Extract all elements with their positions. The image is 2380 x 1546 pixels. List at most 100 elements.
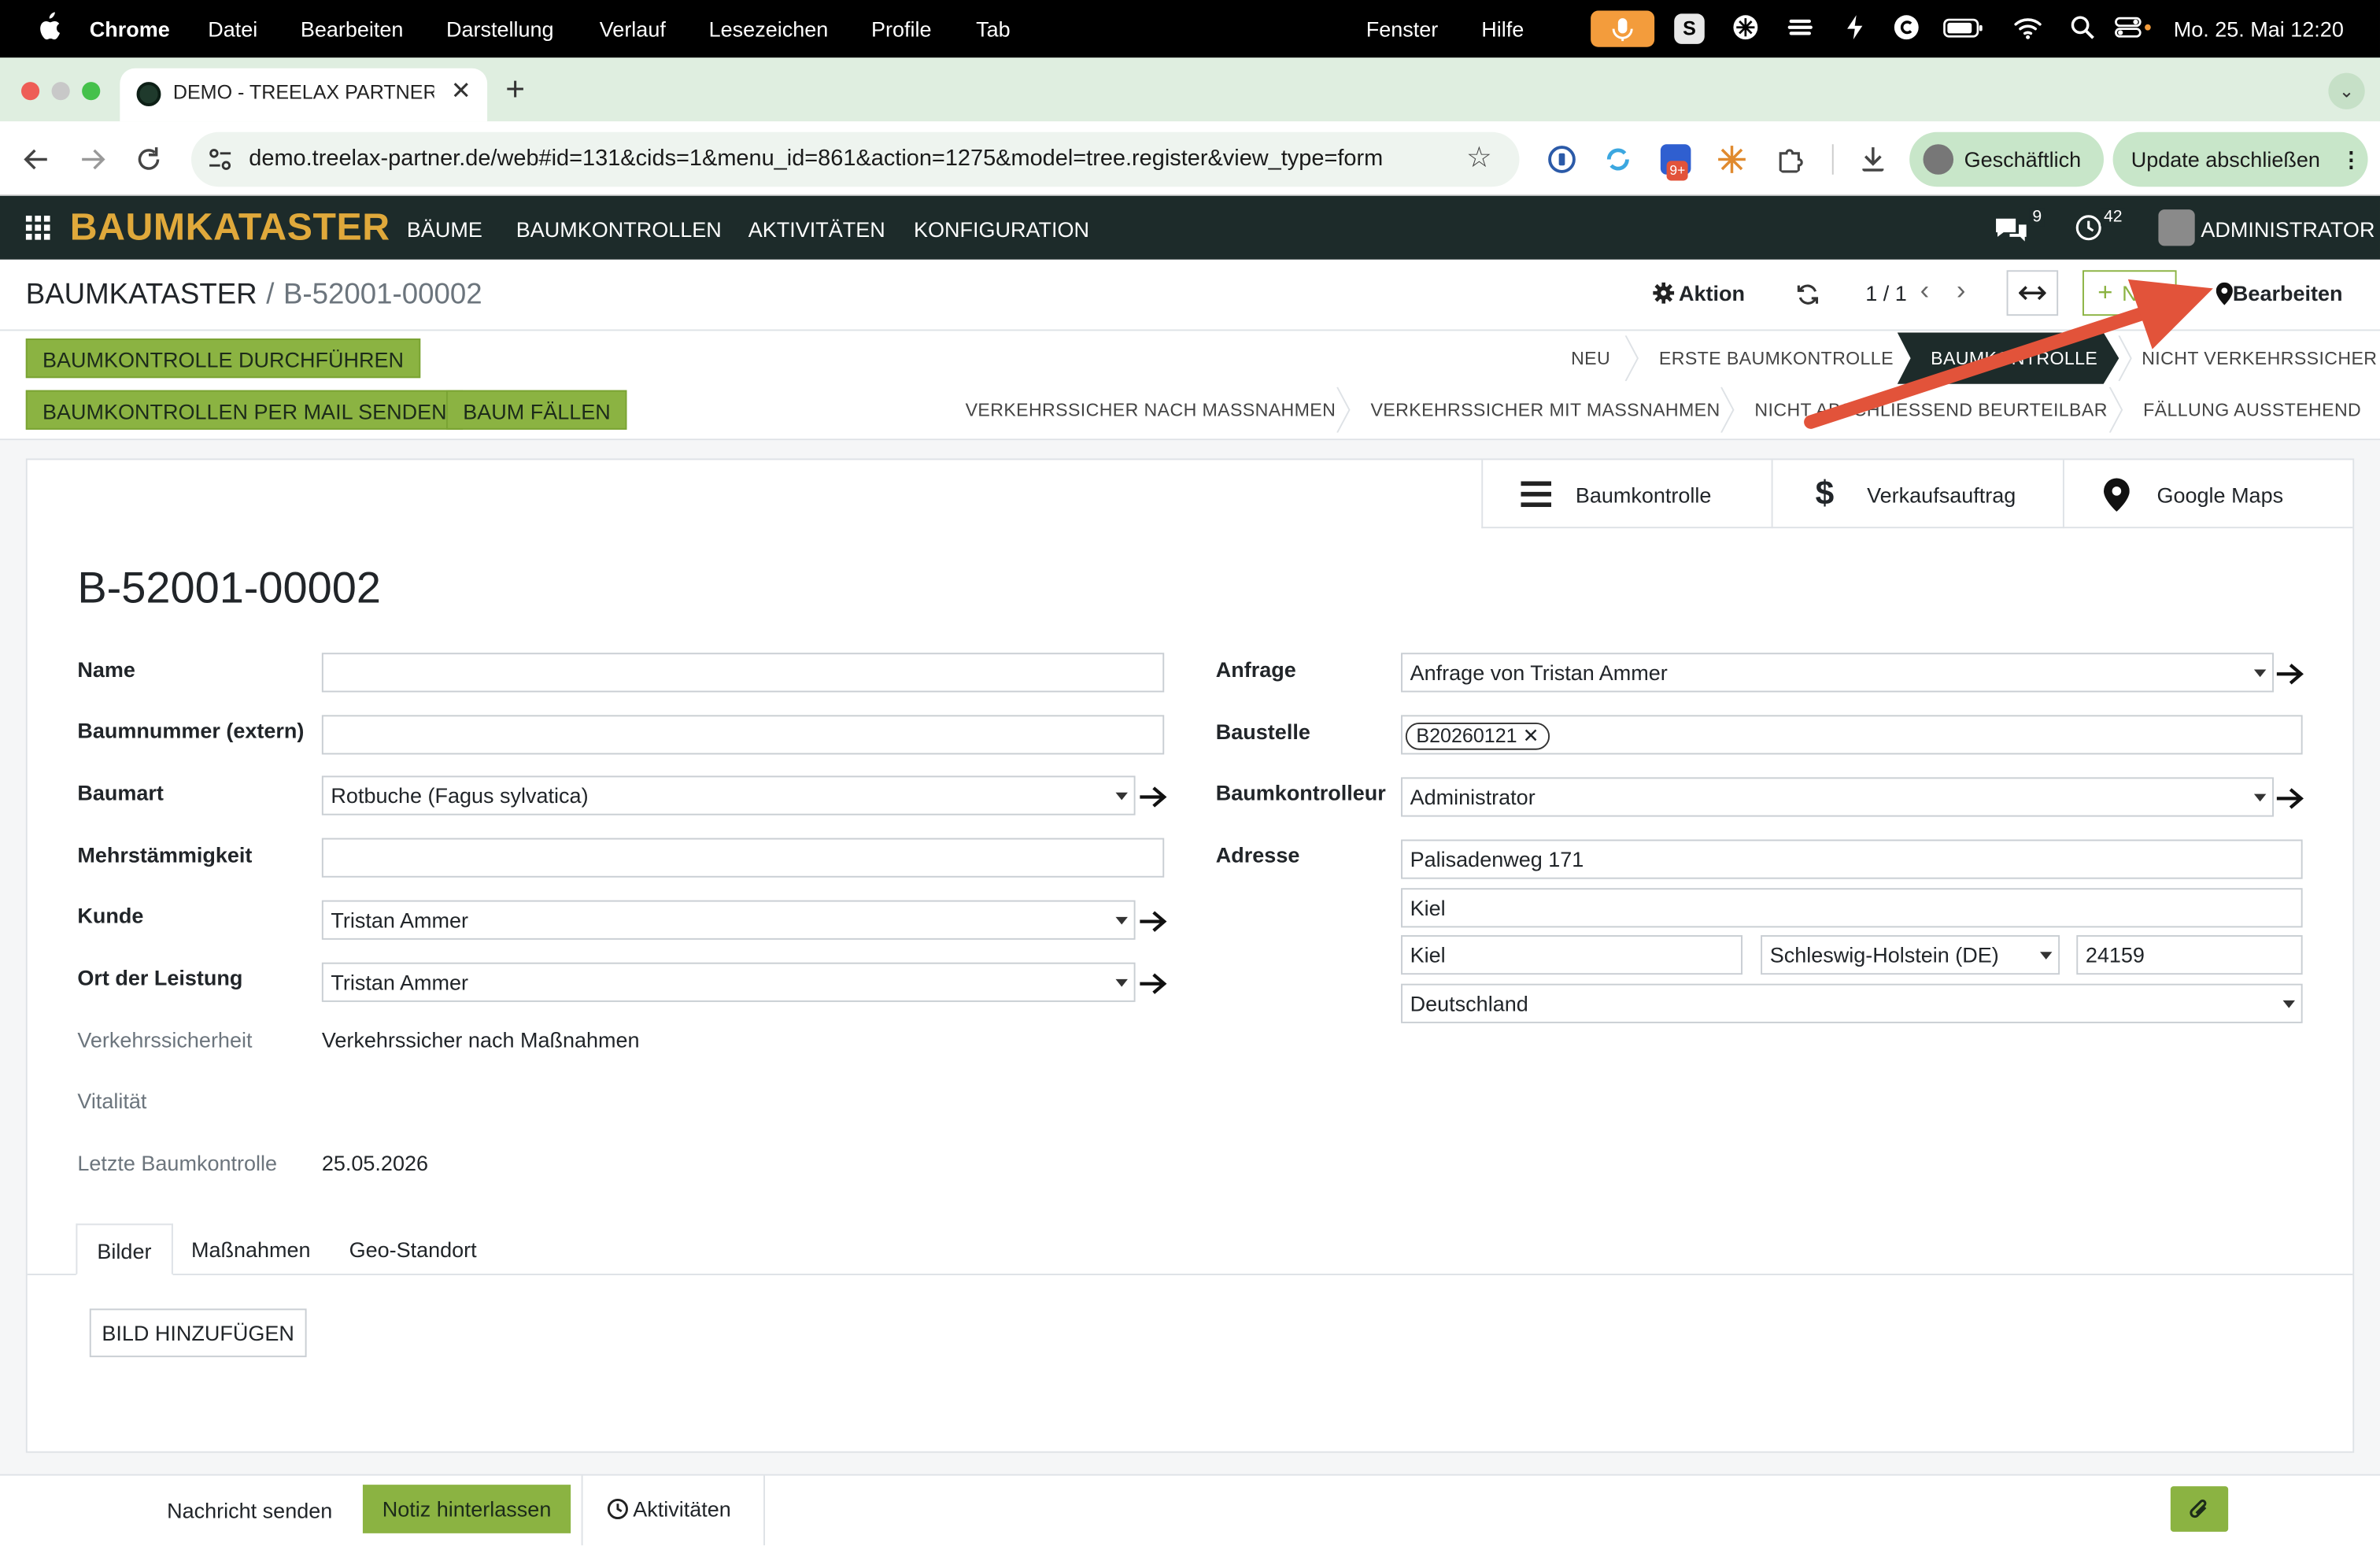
bolt-icon[interactable] [1841, 13, 1868, 41]
street-input[interactable]: Palisadenweg 171 [1401, 839, 2303, 879]
dropbox-like-icon[interactable] [1787, 13, 1814, 41]
site-tag[interactable]: B20260121 ✕ [1405, 722, 1550, 750]
open-species-arrow-icon[interactable] [1138, 785, 1169, 809]
nav-menu-baumkontrollen[interactable]: BAUMKONTROLLEN [516, 217, 722, 242]
send-mail-button[interactable]: BAUMKONTROLLEN PER MAIL SENDEN [25, 390, 464, 430]
app-menu-chrome[interactable]: Chrome [90, 17, 170, 41]
open-service-location-arrow-icon[interactable] [1138, 971, 1169, 996]
menu-darstellung[interactable]: Darstellung [446, 17, 554, 41]
menu-lesezeichen[interactable]: Lesezeichen [709, 17, 829, 41]
log-note-button[interactable]: Notiz hinterlassen [362, 1485, 571, 1533]
city-input[interactable]: Kiel [1401, 934, 1743, 975]
stage-baumkontrolle-active[interactable]: BAUMKONTROLLE [1931, 348, 2097, 369]
expand-width-button[interactable] [2006, 270, 2059, 316]
site-settings-icon[interactable] [206, 146, 234, 173]
update-button[interactable]: Update abschließen ⋮ [2112, 131, 2368, 187]
pager-value[interactable]: 1 / 1 [1865, 281, 1907, 305]
street2-input[interactable]: Kiel [1401, 888, 2303, 928]
copyright-app-icon[interactable] [1893, 13, 1920, 41]
sync-extension-icon[interactable] [1603, 144, 1634, 175]
open-request-arrow-icon[interactable] [2275, 662, 2306, 686]
fell-tree-button[interactable]: BAUM FÄLLEN [445, 390, 627, 430]
user-avatar[interactable] [2158, 209, 2195, 246]
apple-icon[interactable] [36, 12, 61, 43]
window-zoom-button[interactable] [82, 82, 101, 101]
app-brand[interactable]: BAUMKATASTER [70, 206, 390, 250]
nav-menu-aktivitaeten[interactable]: AKTIVITÄTEN [748, 217, 885, 242]
menu-verlauf[interactable]: Verlauf [600, 17, 666, 41]
stage-faellung-ausstehend[interactable]: FÄLLUNG AUSSTEHEND [2143, 399, 2361, 420]
tab-close-icon[interactable]: ✕ [451, 76, 471, 106]
microphone-icon[interactable] [1591, 10, 1655, 47]
open-customer-arrow-icon[interactable] [1138, 909, 1169, 934]
tag-remove-icon[interactable]: ✕ [1523, 724, 1539, 747]
stage-nicht-abschliessend-beurteilbar[interactable]: NICHT ABSCHLIESSEND BEURTEILBAR [1754, 399, 2107, 420]
request-select[interactable]: Anfrage von Tristan Ammer [1401, 653, 2274, 693]
attachment-button[interactable] [2170, 1486, 2229, 1532]
activity-clock-icon[interactable] [2075, 214, 2102, 242]
pager-previous-icon[interactable]: ‹ [1920, 275, 1930, 306]
window-minimize-button[interactable] [51, 82, 70, 101]
smart-button-baumkontrolle[interactable]: Baumkontrolle [1481, 460, 1772, 529]
bookmark-star-icon[interactable]: ☆ [1466, 141, 1492, 176]
extensions-puzzle-icon[interactable] [1774, 144, 1805, 175]
perform-check-button[interactable]: BAUMKONTROLLE DURCHFÜHREN [25, 338, 421, 379]
smart-button-verkaufsauftrag[interactable]: $ Verkaufsauftrag [1771, 460, 2063, 529]
snowflake-icon[interactable] [1731, 13, 1759, 41]
stage-verkehrssicher-mit-massnahmen[interactable]: VERKEHRSSICHER MIT MASSNAHMEN [1370, 399, 1720, 420]
stage-neu[interactable]: NEU [1571, 348, 1610, 369]
window-close-button[interactable] [20, 82, 40, 101]
password-extension-icon[interactable] [1547, 144, 1577, 175]
site-many2many-field[interactable]: B20260121 ✕ [1401, 715, 2303, 755]
ext-number-input[interactable] [321, 715, 1165, 755]
refresh-icon[interactable] [1795, 283, 1820, 307]
multi-stem-input[interactable] [321, 838, 1165, 878]
wifi-icon[interactable] [2012, 13, 2043, 41]
menubar-clock[interactable]: Mo. 25. Mai 12:20 [2174, 17, 2344, 41]
menu-fenster[interactable]: Fenster [1366, 17, 1439, 41]
zip-input[interactable]: 24159 [2076, 934, 2303, 975]
menu-bearbeiten[interactable]: Bearbeiten [301, 17, 404, 41]
battery-icon[interactable] [1943, 13, 1986, 41]
control-center-icon[interactable] [2114, 13, 2153, 41]
tab-geo-standort[interactable]: Geo-Standort [329, 1223, 496, 1275]
user-menu[interactable]: ADMINISTRATOR [2201, 217, 2374, 242]
name-input[interactable] [321, 653, 1165, 693]
breadcrumb-root[interactable]: BAUMKATASTER [26, 279, 257, 311]
downloads-icon[interactable] [1858, 144, 1889, 175]
kebab-menu-icon[interactable]: ⋮ [2341, 132, 2362, 187]
new-tab-plus-icon[interactable]: + [505, 70, 525, 109]
tab-search-chevron-icon[interactable]: ⌄ [2328, 72, 2365, 109]
back-arrow-icon[interactable] [23, 146, 50, 173]
species-select[interactable]: Rotbuche (Fagus sylvatica) [321, 775, 1136, 816]
stage-erste-baumkontrolle[interactable]: ERSTE BAUMKONTROLLE [1659, 348, 1894, 369]
state-select[interactable]: Schleswig-Holstein (DE) [1761, 934, 2060, 975]
send-message-button[interactable]: Nachricht senden [167, 1498, 332, 1522]
add-image-button[interactable]: BILD HINZUFÜGEN [89, 1308, 307, 1358]
tab-bilder[interactable]: Bilder [76, 1223, 173, 1275]
stage-verkehrssicher-nach-massnahmen[interactable]: VERKEHRSSICHER NACH MASSNAHMEN [966, 399, 1336, 420]
customer-select[interactable]: Tristan Ammer [321, 900, 1136, 940]
nav-menu-konfiguration[interactable]: KONFIGURATION [914, 217, 1089, 242]
nav-menu-baeume[interactable]: BÄUME [407, 217, 482, 242]
open-inspector-arrow-icon[interactable] [2275, 786, 2306, 811]
menu-hilfe[interactable]: Hilfe [1481, 17, 1524, 41]
country-select[interactable]: Deutschland [1401, 983, 2303, 1023]
messages-icon[interactable] [1993, 214, 2029, 245]
menu-datei[interactable]: Datei [208, 17, 257, 41]
menu-profile[interactable]: Profile [871, 17, 932, 41]
inspector-select[interactable]: Administrator [1401, 777, 2274, 817]
forward-arrow-icon[interactable] [79, 146, 106, 173]
menu-tab[interactable]: Tab [976, 17, 1011, 41]
service-location-select[interactable]: Tristan Ammer [321, 962, 1136, 1002]
profile-button[interactable]: Geschäftlich [1909, 131, 2104, 187]
reload-icon[interactable] [135, 146, 163, 173]
pager-next-icon[interactable]: › [1957, 275, 1966, 306]
smart-button-google-maps[interactable]: Google Maps [2062, 460, 2354, 529]
spotlight-search-icon[interactable] [2069, 13, 2097, 41]
browser-tab[interactable]: DEMO - TREELAX PARTNER - ✕ [120, 68, 488, 122]
sparkle-extension-icon[interactable] [1717, 144, 1747, 175]
address-bar[interactable]: demo.treelax-partner.de/web#id=131&cids=… [190, 131, 1520, 187]
new-record-button[interactable]: + Neu [2082, 270, 2177, 316]
stage-nicht-verkehrssicher[interactable]: NICHT VERKEHRSSICHER [2142, 348, 2377, 369]
